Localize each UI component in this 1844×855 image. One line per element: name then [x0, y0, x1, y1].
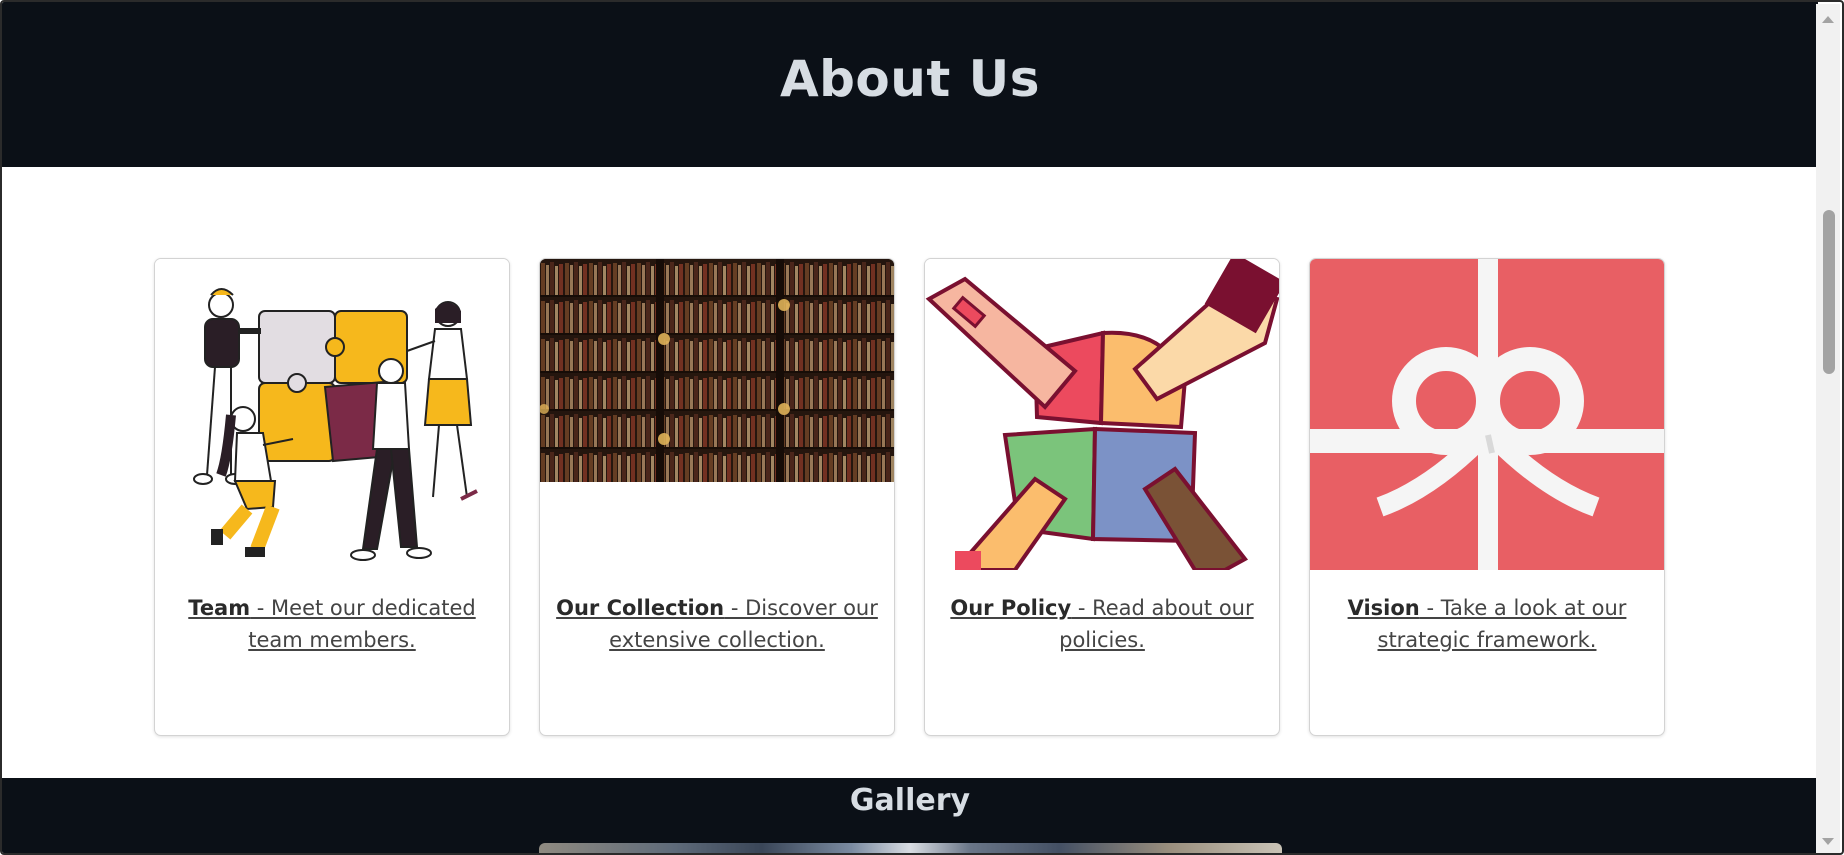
- policy-link[interactable]: Our Policy - Read about our policies.: [939, 592, 1265, 656]
- about-cards: Team - Meet our dedicated team members.: [154, 258, 1666, 738]
- collection-link[interactable]: Our Collection - Discover our extensive …: [554, 592, 880, 656]
- browser-viewport: About Us Team - Meet our dedicated team …: [0, 0, 1844, 855]
- vision-image: [1310, 259, 1664, 570]
- card-policy[interactable]: Our Policy - Read about our policies.: [924, 258, 1280, 736]
- card-vision[interactable]: Vision - Take a look at our strategic fr…: [1309, 258, 1665, 736]
- policy-image: [925, 259, 1279, 570]
- team-link-title[interactable]: Team: [188, 596, 250, 620]
- scroll-up-arrow-icon[interactable]: [1816, 10, 1840, 28]
- scrollbar-thumb[interactable]: [1823, 210, 1835, 374]
- collection-link-title[interactable]: Our Collection: [556, 596, 724, 620]
- about-header: About Us: [2, 2, 1818, 167]
- gift-ribbon-illustration-icon: [1310, 259, 1664, 570]
- vertical-scrollbar[interactable]: [1816, 4, 1840, 853]
- policy-link-desc[interactable]: - Read about our policies.: [1059, 596, 1254, 652]
- page: About Us Team - Meet our dedicated team …: [2, 2, 1818, 853]
- gallery-section: Gallery: [2, 778, 1818, 853]
- gallery-image-preview[interactable]: [539, 843, 1282, 853]
- team-link-desc[interactable]: - Meet our dedicated team members.: [248, 596, 475, 652]
- card-collection[interactable]: Our Collection - Discover our extensive …: [539, 258, 895, 736]
- gallery-title: Gallery: [849, 783, 971, 818]
- team-link[interactable]: Team - Meet our dedicated team members.: [169, 592, 495, 656]
- vision-link-title[interactable]: Vision: [1348, 596, 1420, 620]
- policy-link-title[interactable]: Our Policy: [950, 596, 1071, 620]
- card-team[interactable]: Team - Meet our dedicated team members.: [154, 258, 510, 736]
- puzzle-team-illustration-icon: [155, 259, 509, 570]
- vision-link[interactable]: Vision - Take a look at our strategic fr…: [1324, 592, 1650, 656]
- collection-image: [540, 259, 894, 482]
- hands-puzzle-illustration-icon: [925, 259, 1279, 570]
- page-title: About Us: [779, 49, 1041, 108]
- scroll-down-arrow-icon[interactable]: [1816, 833, 1840, 851]
- bookshelf-photo-icon: [540, 259, 894, 482]
- team-image: [155, 259, 509, 570]
